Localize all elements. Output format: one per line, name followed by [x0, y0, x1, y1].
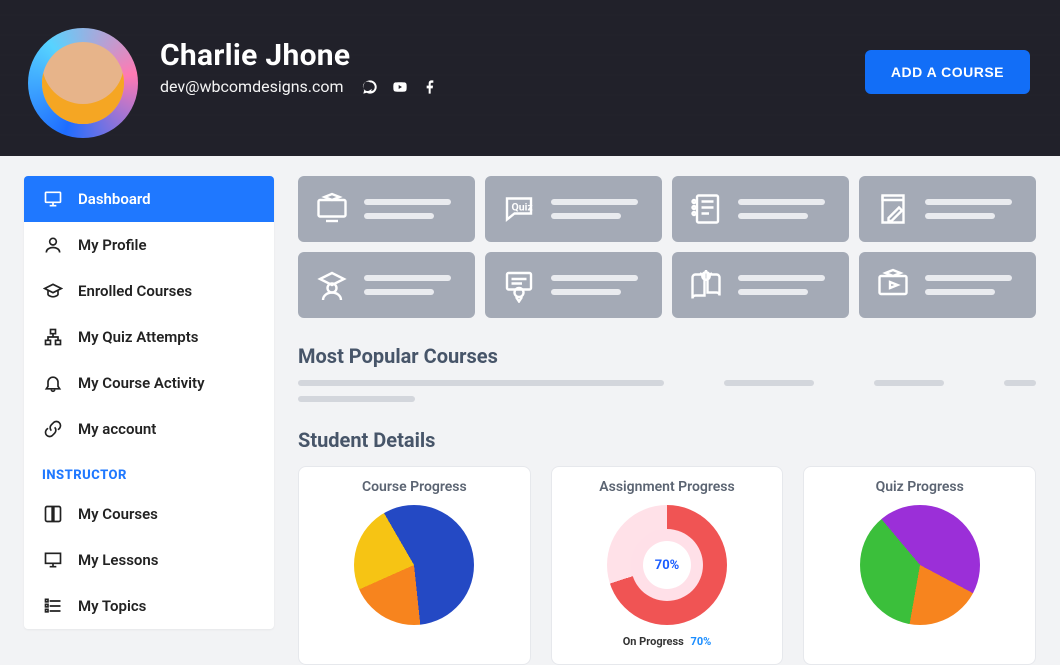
- stat-tile[interactable]: [859, 176, 1036, 242]
- facebook-icon[interactable]: [422, 79, 438, 95]
- user-icon: [42, 234, 64, 256]
- certificate-icon: [499, 265, 539, 305]
- sidebar-item-label: My Course Activity: [78, 374, 205, 392]
- sidebar-section-instructor: INSTRUCTOR: [24, 452, 274, 491]
- add-course-button[interactable]: ADD A COURSE: [865, 50, 1030, 94]
- sidebar-item-label: My Lessons: [78, 551, 159, 569]
- sidebar-item-dashboard[interactable]: Dashboard: [24, 176, 274, 222]
- sidebar-item-label: Dashboard: [78, 190, 151, 208]
- donut-legend: On Progress 70%: [623, 635, 712, 648]
- stat-tile[interactable]: [859, 252, 1036, 318]
- sidebar-item-label: My account: [78, 420, 156, 438]
- quiz-bubble-icon: Quiz: [499, 189, 539, 229]
- sidebar: Dashboard My Profile Enrolled Courses My…: [24, 176, 274, 629]
- card-assignment-progress: Assignment Progress 70% On Progress 70%: [551, 466, 784, 665]
- sidebar-item-label: My Courses: [78, 505, 158, 523]
- video-course-icon: [873, 265, 913, 305]
- user-block: Charlie Jhone dev@wbcomdesigns.com: [160, 28, 438, 96]
- assignment-progress-chart: 70%: [607, 505, 727, 625]
- section-popular-title: Most Popular Courses: [298, 344, 1036, 368]
- card-title: Quiz Progress: [876, 479, 964, 495]
- stat-tile[interactable]: [298, 252, 475, 318]
- sidebar-item-label: My Topics: [78, 597, 146, 615]
- quiz-progress-chart: [860, 505, 980, 625]
- section-student-title: Student Details: [298, 428, 1036, 452]
- monitor-grad-icon: [312, 189, 352, 229]
- tree-icon: [42, 326, 64, 348]
- stat-tile[interactable]: [672, 176, 849, 242]
- bell-icon: [42, 372, 64, 394]
- card-title: Course Progress: [362, 479, 467, 495]
- sidebar-item-profile[interactable]: My Profile: [24, 222, 274, 268]
- whatsapp-icon[interactable]: [362, 79, 378, 95]
- card-quiz-progress: Quiz Progress: [803, 466, 1036, 665]
- clipboard-icon: [686, 189, 726, 229]
- note-pencil-icon: [873, 189, 913, 229]
- main-content: Quiz: [298, 176, 1060, 665]
- sidebar-item-quiz[interactable]: My Quiz Attempts: [24, 314, 274, 360]
- donut-center-label: 70%: [655, 558, 680, 573]
- card-title: Assignment Progress: [599, 479, 734, 495]
- book-icon: [42, 503, 64, 525]
- sidebar-item-account[interactable]: My account: [24, 406, 274, 452]
- card-course-progress: Course Progress: [298, 466, 531, 665]
- list-icon: [42, 595, 64, 617]
- sidebar-item-my-lessons[interactable]: My Lessons: [24, 537, 274, 583]
- monitor-icon: [42, 188, 64, 210]
- sidebar-item-enrolled[interactable]: Enrolled Courses: [24, 268, 274, 314]
- student-detail-cards: Course Progress Assignment Progress 70% …: [298, 466, 1036, 665]
- profile-header: Charlie Jhone dev@wbcomdesigns.com ADD A…: [0, 0, 1060, 156]
- svg-text:Quiz: Quiz: [512, 201, 533, 214]
- stat-tile[interactable]: [298, 176, 475, 242]
- sidebar-item-label: My Profile: [78, 236, 147, 254]
- sidebar-item-my-courses[interactable]: My Courses: [24, 491, 274, 537]
- stat-tiles: Quiz: [298, 176, 1036, 318]
- sidebar-item-label: Enrolled Courses: [78, 282, 192, 300]
- avatar[interactable]: [28, 28, 138, 138]
- gradcap-icon: [42, 280, 64, 302]
- stat-tile[interactable]: [672, 252, 849, 318]
- user-name: Charlie Jhone: [160, 38, 438, 73]
- board-icon: [42, 549, 64, 571]
- student-icon: [312, 265, 352, 305]
- sidebar-item-activity[interactable]: My Course Activity: [24, 360, 274, 406]
- youtube-icon[interactable]: [392, 79, 408, 95]
- user-email: dev@wbcomdesigns.com: [160, 77, 344, 96]
- popular-courses-skeleton: [298, 380, 1036, 402]
- link-icon: [42, 418, 64, 440]
- stat-tile[interactable]: [485, 252, 662, 318]
- course-progress-chart: [354, 505, 474, 625]
- sidebar-item-label: My Quiz Attempts: [78, 328, 198, 346]
- sidebar-item-my-topics[interactable]: My Topics: [24, 583, 274, 629]
- stat-tile[interactable]: Quiz: [485, 176, 662, 242]
- idea-book-icon: [686, 265, 726, 305]
